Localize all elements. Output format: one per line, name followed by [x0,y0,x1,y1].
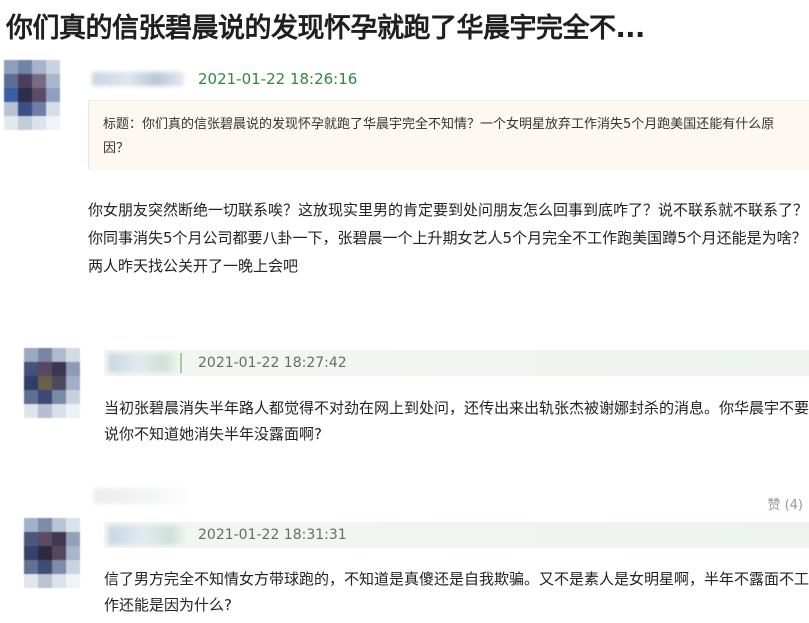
comment-timestamp: 2021-01-22 18:26:16 [198,70,358,88]
username-blurred[interactable] [92,72,184,86]
reply-timestamp: 2021-01-22 18:31:31 [198,527,347,543]
reply-username-blurred[interactable] [108,353,178,373]
article-title: 你们真的信张碧晨说的发现怀孕就跑了华晨宇完全不... [6,13,645,44]
reply-name-divider [180,353,182,373]
reply-body: 信了男方完全不知情女方带球跑的，不知道是真傻还是自我欺骗。又不是素人是女明星啊，… [104,570,809,614]
reply-body: 当初张碧晨消失半年路人都觉得不对劲在网上到处问，还传出来出轨张杰被谢娜封杀的消息… [104,399,809,443]
like-count[interactable]: 赞 (4) [767,494,803,513]
reply-username-blurred[interactable] [108,525,186,545]
quoted-title-text: 标题：你们真的信张碧晨说的发现怀孕就跑了华晨宇完全不知情？一个女明星放弃工作消失… [103,117,775,156]
avatar[interactable] [4,60,60,130]
reply-avatar[interactable] [24,518,80,588]
reply-avatar[interactable] [24,348,80,418]
blurred-divider-text [94,488,194,504]
reply-timestamp: 2021-01-22 18:27:42 [198,355,347,371]
quoted-title-box: 标题：你们真的信张碧晨说的发现怀孕就跑了华晨宇完全不知情？一个女明星放弃工作消失… [88,100,809,170]
comment-body: 你女朋友突然断绝一切联系唉？这放现实里男的肯定要到处问朋友怎么回事到底咋了？说不… [88,201,809,275]
